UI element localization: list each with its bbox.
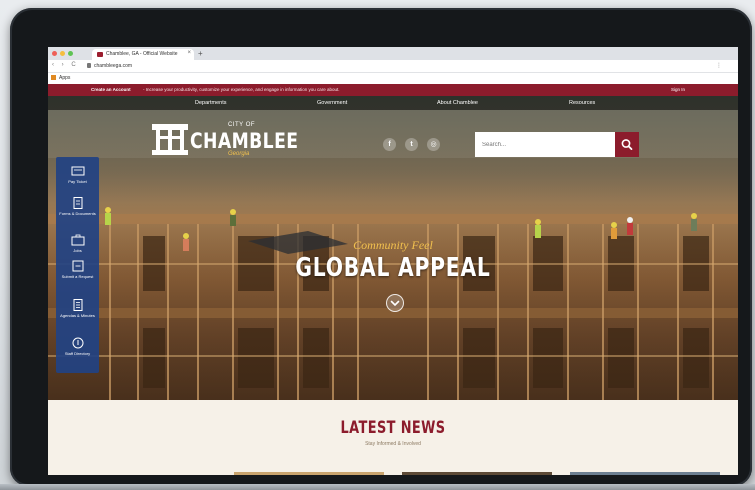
lock-icon [87, 63, 91, 68]
window-controls [52, 51, 73, 56]
address-bar: ‹ › C chambleega.com ⋮ [48, 60, 738, 73]
hero-banner: Departments Government About Chamblee Re… [48, 96, 738, 400]
search-input[interactable] [475, 132, 615, 157]
minimize-window-button[interactable] [60, 51, 65, 56]
url-field[interactable]: chambleega.com [94, 63, 132, 69]
facebook-icon[interactable]: f [383, 138, 396, 151]
news-card[interactable] [234, 472, 384, 475]
quick-link-label: Pay Ticket [68, 179, 87, 184]
browser-window: Chamblee, GA - Official Website × + ‹ › … [48, 47, 738, 475]
quick-link-label: Submit a Request [61, 274, 94, 279]
nav-item-government[interactable]: Government [317, 100, 347, 106]
browser-tab-bar: Chamblee, GA - Official Website × + [48, 47, 738, 60]
browser-menu-icon[interactable]: ⋮ [716, 62, 722, 69]
bookmark-apps-label: Apps [59, 75, 71, 81]
staff-directory-icon [72, 337, 83, 349]
hero-headline: GLOBAL APPEAL [295, 253, 491, 283]
quick-link-request[interactable]: Submit a Request [56, 260, 99, 279]
logo-state: Georgia [228, 151, 250, 157]
document-icon [73, 197, 82, 209]
create-account-link[interactable]: Create an Account [91, 87, 131, 92]
instagram-icon[interactable]: ◎ [427, 138, 440, 151]
quick-link-staff[interactable]: Staff Directory [56, 337, 99, 356]
favicon-icon [97, 52, 103, 57]
quick-link-label: Staff Directory [64, 351, 91, 356]
announcement-message: - Increase your productivity, customize … [143, 87, 340, 92]
quick-links-rail: Pay Ticket Forms & Documents Jobs Submit… [56, 157, 99, 373]
nav-item-about[interactable]: About Chamblee [437, 100, 478, 106]
quick-link-label: Agendas & Minutes [60, 313, 95, 318]
site-search [475, 132, 639, 157]
news-title: LATEST NEWS [340, 418, 446, 438]
close-window-button[interactable] [52, 51, 57, 56]
logo-city-name: CHAMBLEE [190, 129, 299, 153]
request-icon [72, 260, 83, 272]
chevron-down-icon [390, 300, 399, 306]
new-tab-button[interactable]: + [198, 49, 203, 58]
quick-link-forms[interactable]: Forms & Documents [56, 197, 99, 216]
bookmark-apps[interactable]: Apps [51, 75, 70, 81]
bookmarks-bar: Apps [48, 73, 738, 84]
nav-item-resources[interactable]: Resources [569, 100, 595, 106]
agenda-icon [73, 299, 82, 311]
laptop-base [0, 484, 755, 490]
social-links: f t ◎ [383, 138, 440, 151]
maximize-window-button[interactable] [68, 51, 73, 56]
browser-nav-icons[interactable]: ‹ › C [52, 62, 79, 68]
tab-title: Chamblee, GA - Official Website [106, 51, 178, 57]
apps-grid-icon [51, 75, 56, 80]
search-icon [621, 139, 633, 151]
twitter-icon[interactable]: t [405, 138, 418, 151]
main-navigation: Departments Government About Chamblee Re… [48, 96, 738, 110]
announcement-bar: Create an Account - Increase your produc… [48, 84, 738, 96]
nav-item-departments[interactable]: Departments [195, 100, 227, 106]
sign-in-link[interactable]: Sign In [671, 87, 685, 92]
news-card[interactable] [570, 472, 720, 475]
laptop-frame: Chamblee, GA - Official Website × + ‹ › … [10, 8, 752, 486]
quick-link-label: Forms & Documents [59, 211, 96, 216]
scroll-down-button[interactable] [386, 294, 404, 312]
quick-link-pay-ticket[interactable]: Pay Ticket [56, 165, 99, 184]
news-subtitle: Stay Informed & Involved [365, 441, 421, 447]
news-card[interactable] [402, 472, 552, 475]
hero-tagline: Community Feel [353, 238, 433, 252]
search-button[interactable] [615, 132, 639, 157]
logo-city-of: CITY OF [228, 122, 256, 128]
latest-news-section: LATEST NEWS Stay Informed & Involved [48, 400, 738, 475]
quick-link-agendas[interactable]: Agendas & Minutes [56, 299, 99, 318]
ticket-icon [71, 166, 84, 176]
city-logo[interactable]: CITY OF CHAMBLEE Georgia [150, 122, 298, 162]
close-tab-icon[interactable]: × [187, 50, 191, 56]
city-seal-icon [152, 124, 188, 155]
browser-tab[interactable]: Chamblee, GA - Official Website × [92, 49, 194, 60]
